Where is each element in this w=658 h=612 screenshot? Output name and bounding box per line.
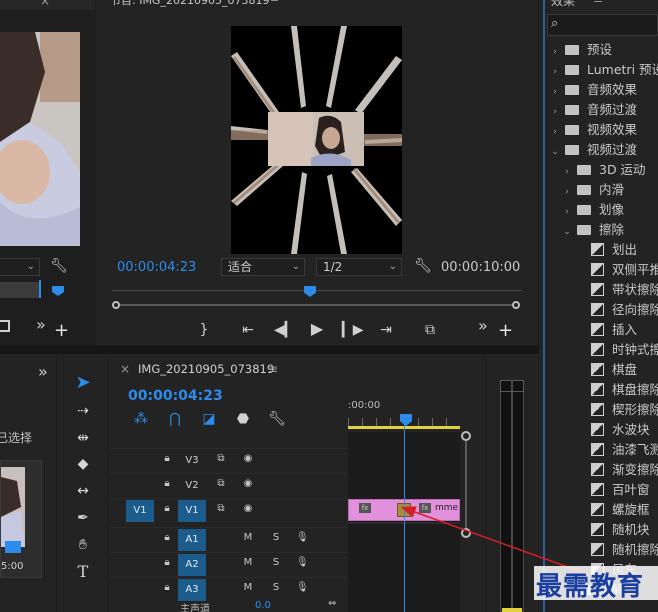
watermark: 最需教育 bbox=[534, 566, 658, 602]
watermark-text: 最需教育 bbox=[536, 572, 645, 602]
annotation-overlay bbox=[400, 506, 591, 576]
